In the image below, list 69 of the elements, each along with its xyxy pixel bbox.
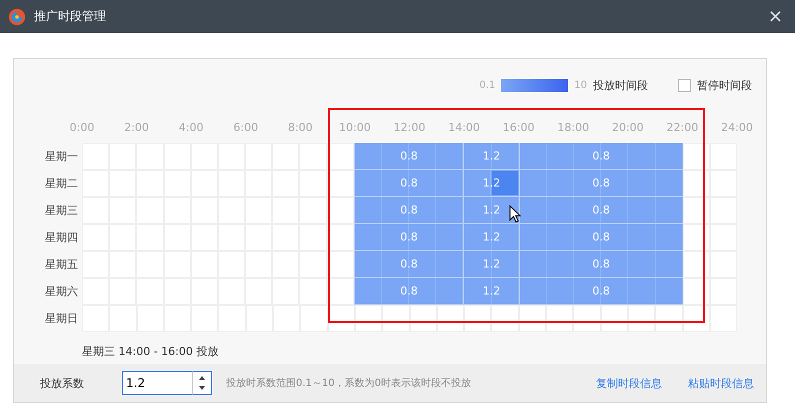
hour-label: 24:00 (720, 121, 754, 134)
coefficient-value: 0.8 (592, 204, 610, 216)
coefficient-value: 0.8 (592, 176, 610, 190)
day-label: 星期四 (44, 230, 79, 246)
legend-min: 0.1 (479, 80, 496, 90)
day-label: 星期二 (44, 176, 79, 192)
day-label: 星期日 (44, 311, 79, 327)
spinner-button[interactable] (192, 371, 212, 395)
coefficient-value: 0.8 (400, 150, 418, 162)
hour-label: 18:00 (556, 121, 590, 134)
hint-text: 投放时系数范围0.1～10，系数为0时表示该时段不投放 (226, 376, 472, 390)
grid-cell[interactable] (655, 305, 683, 332)
hour-label: 4:00 (178, 121, 204, 134)
window-title: 推广时段管理 (34, 8, 107, 25)
grid-cell[interactable] (573, 305, 601, 332)
hour-label: 6:00 (232, 121, 260, 134)
coefficient-input[interactable]: 1.2 (122, 371, 192, 395)
hour-label: 22:00 (666, 121, 700, 134)
time-segment[interactable]: 1.2 (463, 170, 519, 197)
cursor-icon (509, 205, 521, 223)
day-label: 星期三 (44, 203, 79, 219)
coefficient-value: 1.2 (482, 176, 500, 190)
action-link[interactable]: 复制时段信息 (596, 376, 662, 390)
grid-cell[interactable] (299, 143, 327, 170)
gradient-scale (501, 78, 568, 92)
legend-label: 投放时间段 (593, 78, 648, 92)
hour-label: 14:00 (447, 121, 481, 134)
legend-max: 10 (574, 80, 587, 90)
pause-label: 暂停时间段 (697, 78, 752, 92)
grid-cell[interactable] (299, 224, 327, 251)
coefficient-value: 0.8 (400, 284, 418, 298)
hour-label: 8:00 (286, 121, 314, 134)
coefficient-value: 0.8 (592, 258, 610, 270)
coefficient-value: 1.2 (482, 204, 500, 216)
coefficient-value: 0.8 (400, 258, 418, 270)
coefficient-value: 1.2 (482, 230, 500, 244)
hour-label: 20:00 (610, 121, 645, 134)
day-label: 星期一 (44, 149, 79, 165)
grid-cell[interactable] (382, 305, 410, 332)
coefficient-label: 投放系数 (40, 376, 85, 390)
coefficient-value: 1.2 (482, 258, 500, 270)
hour-label: 10:00 (338, 121, 372, 134)
coefficient-value: 0.8 (400, 230, 418, 244)
day-label: 星期五 (44, 257, 79, 273)
grid-cell[interactable] (300, 305, 328, 332)
grid-cell[interactable] (491, 305, 519, 332)
status-text: 星期三 14:00 - 16:00 投放 (81, 344, 220, 360)
coefficient-value: 0.8 (592, 230, 610, 244)
action-link[interactable]: 粘贴时段信息 (688, 376, 754, 390)
grid-cell[interactable] (299, 251, 327, 278)
close-button[interactable]: × (764, 6, 787, 27)
hour-label: 16:00 (502, 121, 536, 134)
grid-cell[interactable] (464, 305, 492, 332)
pause-checkbox[interactable] (678, 78, 691, 92)
grid-cell[interactable] (299, 197, 327, 224)
coefficient-value: 1.2 (482, 150, 500, 162)
coefficient-value: 1.2 (482, 284, 500, 298)
grid-cell[interactable] (546, 305, 574, 332)
day-label: 星期六 (44, 284, 79, 300)
grid-cell[interactable] (299, 170, 327, 197)
coefficient-value: 0.8 (400, 204, 418, 216)
logo-icon (8, 8, 26, 26)
coefficient-value: 0.8 (400, 176, 418, 190)
hour-label: 0:00 (68, 121, 96, 134)
hour-label: 12:00 (392, 121, 426, 134)
hour-label: 2:00 (123, 121, 150, 134)
coefficient-value: 0.8 (592, 150, 610, 162)
grid-cell[interactable] (299, 278, 327, 305)
coefficient-value: 0.8 (592, 284, 610, 298)
